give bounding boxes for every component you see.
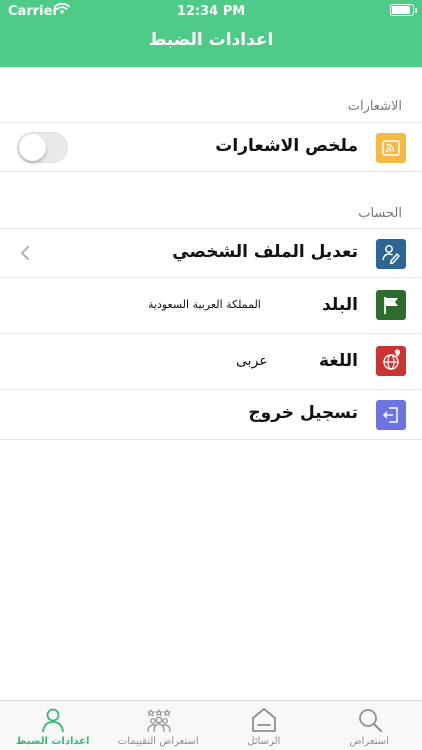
battery-icon — [390, 4, 417, 16]
tab-settings-label: اعدادات الضبط — [16, 736, 90, 747]
status-time: 12:34 PM — [176, 4, 246, 19]
flag-icon — [376, 290, 406, 320]
edit-profile-row[interactable]: تعديل الملف الشخصي — [0, 228, 422, 278]
language-row[interactable]: اللغة عربى — [0, 334, 422, 390]
notification-summary-toggle[interactable] — [17, 132, 68, 163]
tab-ratings-label: استعراض التقييمات — [117, 736, 199, 747]
logout-label: تسجيل خروج — [248, 403, 358, 423]
country-value: المملكة العربية السعودية — [148, 298, 261, 311]
rss-icon — [376, 133, 406, 163]
tab-ratings[interactable]: استعراض التقييمات — [106, 701, 212, 750]
tab-messages[interactable]: الرسائل — [211, 701, 317, 750]
tab-messages-label: الرسائل — [247, 736, 281, 747]
tab-browse[interactable]: استعراض — [317, 701, 422, 750]
language-value: عربى — [236, 353, 268, 369]
edit-profile-icon — [376, 239, 406, 269]
battery-level-fill — [392, 6, 410, 14]
tab-browse-label: استعراض — [349, 736, 389, 747]
logout-icon — [376, 400, 406, 430]
section-header-account: الحساب — [358, 206, 402, 221]
person-icon — [42, 708, 64, 733]
toggle-knob — [19, 134, 46, 161]
globe-icon — [376, 346, 406, 376]
notification-summary-row: ملخص الاشعارات — [0, 122, 422, 172]
header-bar: Carrier 12:34 PM اعدادات الضبط — [0, 0, 422, 67]
search-icon — [358, 709, 382, 732]
status-bar: Carrier 12:34 PM — [0, 0, 422, 24]
language-label: اللغة — [318, 351, 358, 371]
logout-row[interactable]: تسجيل خروج — [0, 390, 422, 440]
tab-bar: اعدادات الضبط استعراض التقييمات الرسائل … — [0, 700, 422, 750]
edit-profile-label: تعديل الملف الشخصي — [172, 242, 358, 262]
country-label: البلد — [322, 295, 358, 315]
tab-settings[interactable]: اعدادات الضبط — [0, 701, 106, 750]
home-icon — [252, 708, 276, 732]
chevron-left-icon — [20, 245, 30, 265]
group-rating-icon — [146, 708, 171, 733]
section-header-notifications: الاشعارات — [347, 99, 402, 114]
notification-summary-label: ملخص الاشعارات — [215, 136, 358, 156]
page-title: اعدادات الضبط — [148, 30, 274, 50]
country-row[interactable]: البلد المملكة العربية السعودية — [0, 278, 422, 334]
